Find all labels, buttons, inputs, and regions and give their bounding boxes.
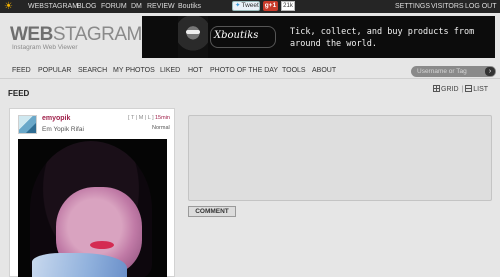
post-time[interactable]: 15min	[155, 115, 170, 121]
search-go-icon[interactable]: ›	[485, 67, 495, 76]
top-link-webstagram[interactable]: WEBSTAGRAM	[28, 0, 78, 13]
share-count: 21k	[281, 1, 295, 11]
view-separator: |	[461, 86, 464, 93]
grid-label: GRID	[441, 86, 459, 93]
avatar[interactable]	[18, 115, 37, 134]
main-nav: FEED POPULAR SEARCH MY PHOTOS LIKED HOT …	[0, 63, 500, 79]
post-photo[interactable]	[18, 139, 167, 277]
post-full-name: Em Yopik Rifai	[42, 126, 84, 133]
ad-banner[interactable]: Xboutiks Tick, collect, and buy products…	[142, 16, 495, 58]
site-tagline: Instagram Web Viewer	[12, 44, 78, 51]
photo-hand-shape	[32, 253, 127, 277]
sun-icon: ☀	[4, 1, 13, 12]
top-link-blog[interactable]: BLOG	[77, 0, 96, 13]
top-link-review[interactable]: REVIEW	[147, 0, 175, 13]
list-icon	[465, 85, 473, 92]
logo-bold: WEB	[10, 24, 53, 45]
page-title: FEED	[8, 89, 30, 98]
top-bar: ☀ WEBSTAGRAM BLOG FORUM DM REVIEW Boutik…	[0, 0, 500, 13]
grid-view-toggle[interactable]: GRID	[433, 85, 459, 95]
nav-popular[interactable]: POPULAR	[38, 63, 71, 79]
grid-icon	[433, 85, 440, 92]
nav-search[interactable]: SEARCH	[78, 63, 107, 79]
search-box: ›	[411, 66, 496, 77]
photo-lips-shape	[90, 241, 114, 249]
nav-tools[interactable]: TOOLS	[282, 63, 306, 79]
nav-liked[interactable]: LIKED	[160, 63, 180, 79]
top-link-dm[interactable]: DM	[131, 0, 142, 13]
banner-brand-logo: Xboutiks	[209, 26, 277, 48]
nav-photo-of-the-day[interactable]: PHOTO OF THE DAY	[210, 63, 278, 79]
comment-button[interactable]: COMMENT	[188, 206, 236, 217]
post-service-links[interactable]: [ T | M | L ]	[128, 115, 154, 121]
google-plus-button[interactable]: g+1	[263, 1, 278, 11]
post-username[interactable]: emyopik	[42, 115, 70, 122]
logo-light: STAGRAM	[52, 24, 143, 45]
post-card: emyopik Em Yopik Rifai [ T | M | L ] 15m…	[9, 108, 175, 277]
top-link-settings[interactable]: SETTINGS	[395, 0, 430, 13]
site-logo[interactable]: WEBSTAGRAM	[10, 25, 142, 45]
list-view-toggle[interactable]: LIST	[465, 85, 488, 95]
search-input[interactable]	[417, 66, 483, 77]
tweet-button[interactable]: ✦Tweet	[232, 1, 260, 11]
nav-feed[interactable]: FEED	[12, 63, 31, 79]
list-label: LIST	[473, 86, 489, 93]
nav-my-photos[interactable]: MY PHOTOS	[113, 63, 155, 79]
top-link-boutiks[interactable]: Boutiks	[178, 0, 201, 13]
view-toggle: GRID | LIST	[433, 85, 491, 95]
top-link-logout[interactable]: LOG OUT	[465, 0, 497, 13]
nav-about[interactable]: ABOUT	[312, 63, 336, 79]
twitter-bird-icon: ✦	[235, 2, 241, 9]
comment-input[interactable]	[188, 115, 492, 201]
top-link-forum[interactable]: FORUM	[101, 0, 127, 13]
post-filter: Normal	[152, 125, 170, 131]
top-link-visitors[interactable]: VISITORS	[431, 0, 464, 13]
banner-model-image	[178, 16, 208, 58]
nav-hot[interactable]: HOT	[188, 63, 203, 79]
tweet-label: Tweet	[241, 2, 259, 9]
banner-slogan: Tick, collect, and buy products from aro…	[290, 27, 475, 49]
